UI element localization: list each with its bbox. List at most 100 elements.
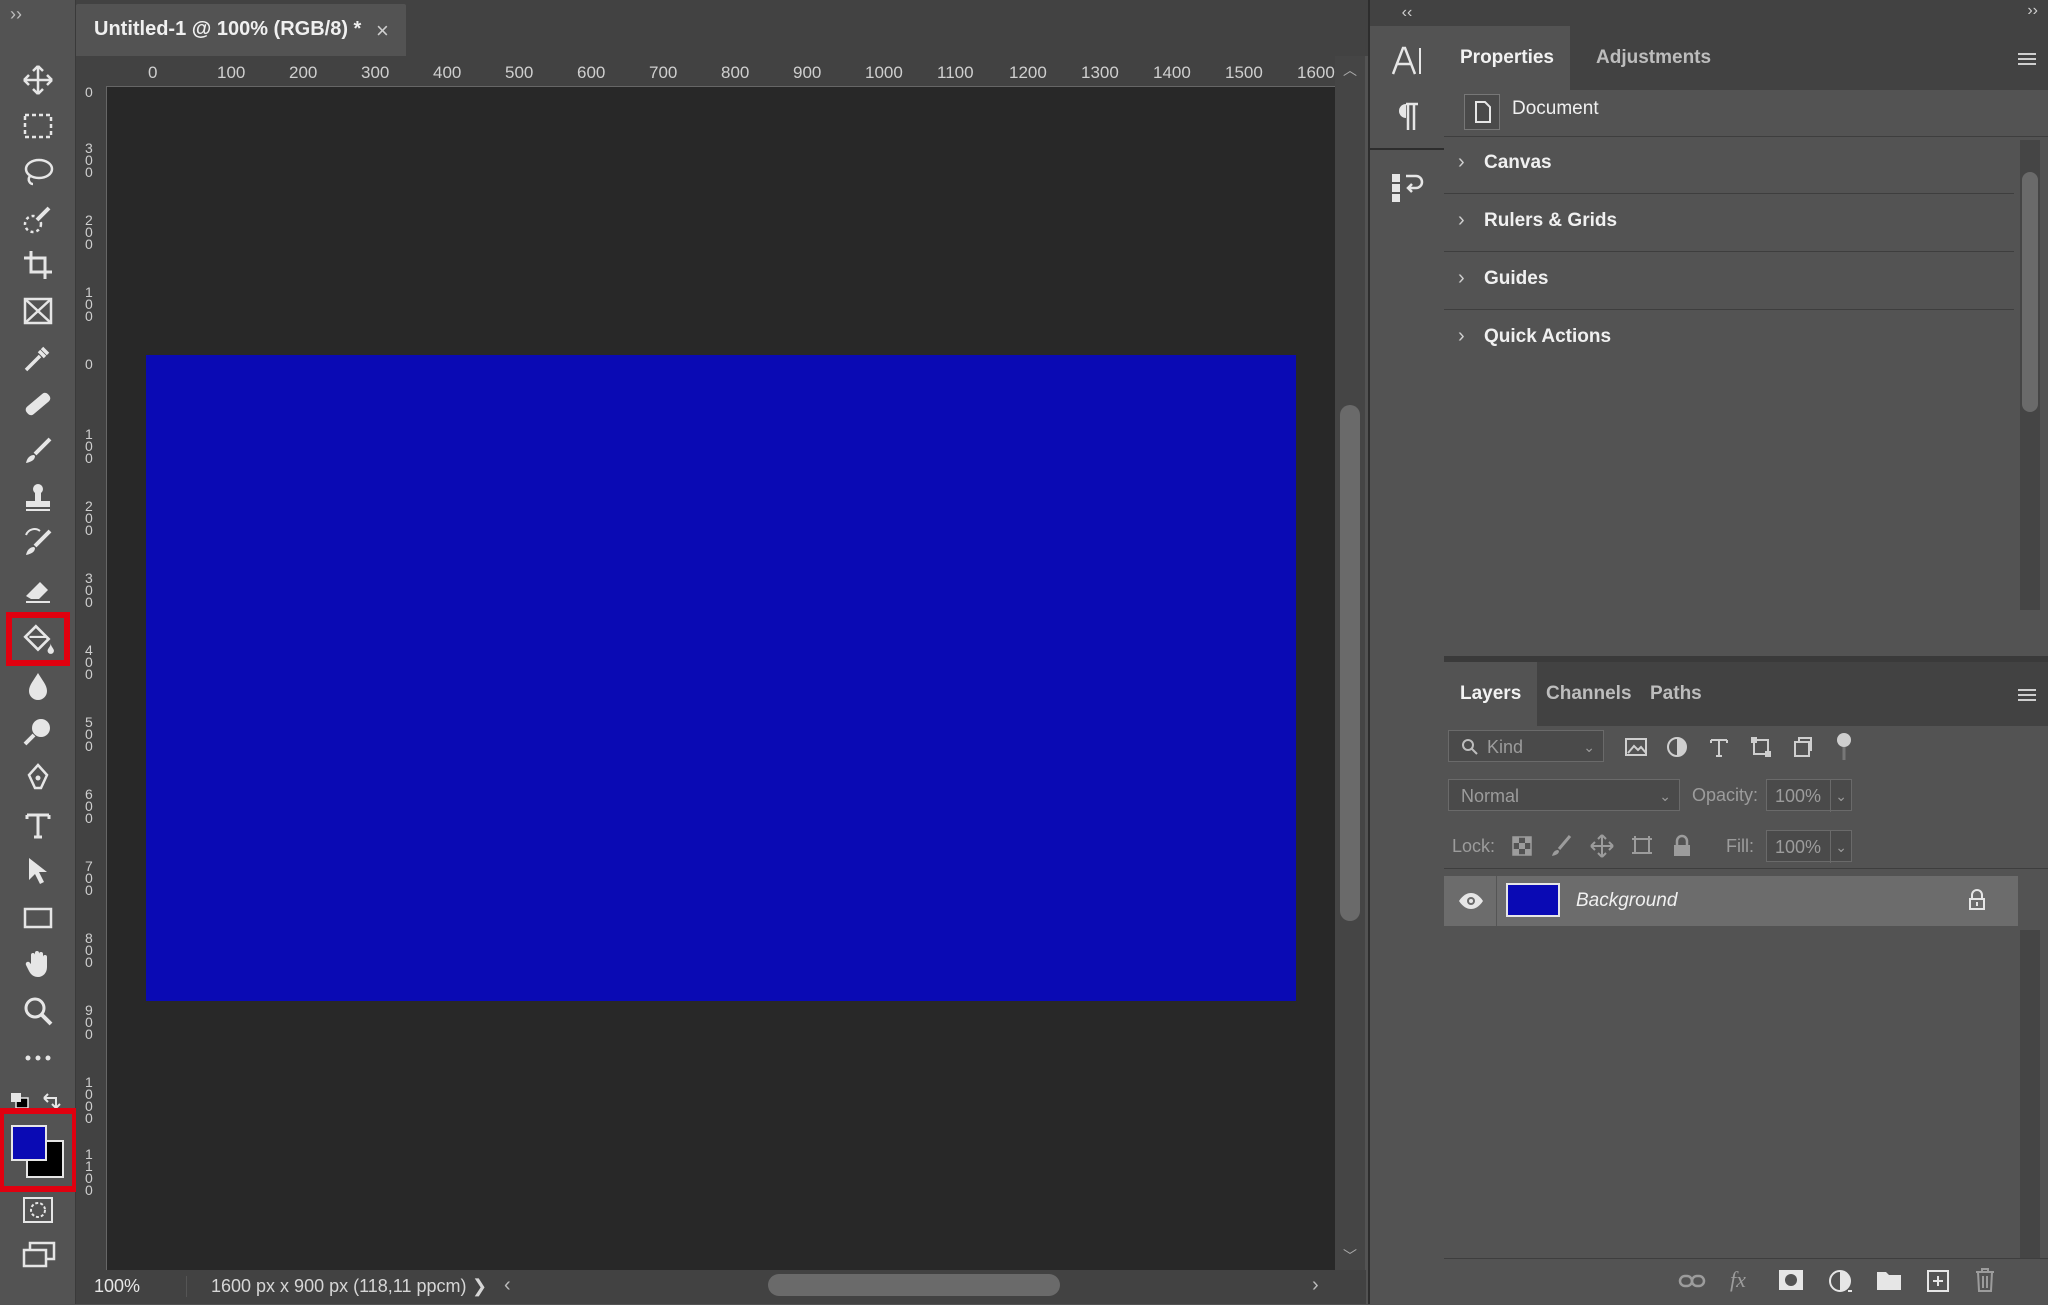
move-tool[interactable] bbox=[12, 58, 64, 100]
document-canvas[interactable] bbox=[146, 355, 1296, 1001]
crop-tool[interactable] bbox=[12, 243, 64, 285]
default-colors-icon[interactable] bbox=[10, 1092, 30, 1110]
section-quick-actions[interactable]: › Quick Actions bbox=[1444, 311, 2014, 367]
type-layer-filter-icon[interactable] bbox=[1708, 736, 1730, 758]
type-tool[interactable] bbox=[12, 803, 64, 845]
document-tab-title[interactable]: Untitled-1 @ 100% (RGB/8) * bbox=[94, 18, 361, 41]
filter-toggle-icon[interactable] bbox=[1836, 732, 1852, 762]
zoom-tool[interactable] bbox=[12, 989, 64, 1031]
edit-toolbar[interactable] bbox=[12, 1036, 64, 1078]
rectangular-marquee-tool[interactable] bbox=[12, 104, 64, 146]
eyedropper-tool[interactable] bbox=[12, 336, 64, 378]
blend-mode-select[interactable]: Normal ⌄ bbox=[1448, 779, 1680, 811]
adjustment-layer-filter-icon[interactable] bbox=[1666, 736, 1688, 758]
ruler-label: 1100 bbox=[937, 63, 974, 82]
character-panel-icon[interactable] bbox=[1390, 44, 1424, 78]
shape-layer-filter-icon[interactable] bbox=[1750, 736, 1772, 758]
paint-bucket-tool[interactable] bbox=[6, 612, 70, 666]
visibility-eye-icon[interactable] bbox=[1458, 892, 1484, 910]
vertical-scroll-thumb[interactable] bbox=[1340, 405, 1360, 921]
tab-layers[interactable]: Layers bbox=[1444, 662, 1538, 726]
lock-artboard-icon[interactable] bbox=[1630, 834, 1654, 858]
panel-menu-icon[interactable] bbox=[2018, 52, 2036, 66]
layer-row[interactable]: Background bbox=[1444, 876, 2018, 926]
history-brush-tool[interactable] bbox=[12, 521, 64, 563]
scroll-left-icon[interactable]: ‹ bbox=[504, 1274, 511, 1297]
layer-filter-value: Kind bbox=[1487, 737, 1524, 757]
lasso-tool[interactable] bbox=[12, 150, 64, 192]
toolbar-grip[interactable]: ›› bbox=[10, 4, 40, 24]
swap-colors-icon[interactable] bbox=[42, 1092, 62, 1110]
tab-channels[interactable]: Channels bbox=[1530, 662, 1648, 726]
brush-tool[interactable] bbox=[12, 429, 64, 471]
clone-stamp-tool[interactable] bbox=[12, 475, 64, 517]
layer-name[interactable]: Background bbox=[1576, 890, 1677, 912]
horizontal-ruler[interactable]: 0 100 200 300 400 500 600 700 800 900 10… bbox=[106, 56, 1350, 87]
rectangle-tool[interactable] bbox=[12, 896, 64, 938]
lock-transparent-pixels-icon[interactable] bbox=[1512, 836, 1532, 856]
fill-field[interactable]: 100% ⌄ bbox=[1766, 830, 1852, 863]
quick-selection-tool[interactable] bbox=[12, 197, 64, 239]
scroll-up-icon[interactable]: ︿ bbox=[1343, 60, 1357, 80]
smart-object-filter-icon[interactable] bbox=[1792, 736, 1814, 758]
pen-tool[interactable] bbox=[12, 756, 64, 798]
ruler-label: 400 bbox=[85, 642, 93, 682]
screen-mode-icon[interactable] bbox=[22, 1240, 56, 1268]
history-panel-icon[interactable] bbox=[1390, 170, 1424, 204]
hand-tool[interactable] bbox=[12, 942, 64, 984]
layer-lock-icon[interactable] bbox=[1968, 889, 1986, 911]
blur-tool[interactable] bbox=[12, 664, 64, 706]
section-guides[interactable]: › Guides bbox=[1444, 253, 2014, 310]
chevron-down-icon[interactable]: ⌄ bbox=[1830, 831, 1847, 863]
foreground-color-swatch[interactable] bbox=[11, 1125, 47, 1161]
new-fill-adjustment-layer-icon[interactable] bbox=[1828, 1269, 1854, 1295]
scroll-down-icon[interactable]: ﹀ bbox=[1343, 1246, 1357, 1266]
opacity-field[interactable]: 100% ⌄ bbox=[1766, 779, 1852, 812]
new-group-icon[interactable] bbox=[1876, 1269, 1902, 1291]
dock-divider bbox=[1370, 148, 1444, 150]
tab-paths[interactable]: Paths bbox=[1634, 662, 1718, 726]
healing-brush-tool[interactable] bbox=[12, 382, 64, 424]
tab-properties[interactable]: Properties bbox=[1444, 26, 1570, 90]
layer-thumbnail[interactable] bbox=[1506, 883, 1560, 917]
scroll-right-icon[interactable]: › bbox=[1312, 1274, 1319, 1297]
properties-scrollbar[interactable] bbox=[2020, 140, 2040, 610]
add-mask-icon[interactable] bbox=[1778, 1269, 1804, 1293]
dodge-tool[interactable] bbox=[12, 710, 64, 752]
ruler-origin[interactable] bbox=[76, 56, 106, 86]
status-menu-arrow[interactable]: ❯ bbox=[472, 1276, 487, 1297]
expand-panels-button[interactable]: ›› bbox=[2027, 2, 2038, 20]
layers-scrollbar[interactable] bbox=[2020, 930, 2040, 1260]
lock-all-icon[interactable] bbox=[1672, 834, 1692, 858]
document-icon bbox=[1464, 94, 1500, 130]
ruler-label: 200 bbox=[85, 498, 93, 538]
pixel-layer-filter-icon[interactable] bbox=[1624, 736, 1648, 758]
close-icon[interactable]: × bbox=[376, 18, 389, 44]
delete-layer-icon[interactable] bbox=[1974, 1267, 1996, 1293]
zoom-level[interactable]: 100% bbox=[94, 1276, 140, 1297]
lock-image-pixels-icon[interactable] bbox=[1550, 834, 1572, 858]
tab-adjustments[interactable]: Adjustments bbox=[1580, 26, 1727, 90]
vertical-ruler[interactable]: 0 300 200 100 0 100 200 300 400 500 600 … bbox=[76, 85, 107, 1270]
paragraph-panel-icon[interactable] bbox=[1392, 100, 1422, 132]
section-rulers-grids[interactable]: › Rulers & Grids bbox=[1444, 195, 2014, 252]
properties-scroll-thumb[interactable] bbox=[2022, 172, 2038, 412]
path-selection-tool[interactable] bbox=[12, 849, 64, 891]
chevron-down-icon: ⌄ bbox=[1659, 788, 1671, 804]
lock-position-icon[interactable] bbox=[1590, 834, 1614, 858]
collapse-panels-button[interactable]: ‹‹ bbox=[1370, 0, 1444, 26]
chevron-down-icon[interactable]: ⌄ bbox=[1830, 780, 1847, 812]
frame-tool[interactable] bbox=[12, 289, 64, 331]
eraser-tool[interactable] bbox=[12, 568, 64, 610]
horizontal-scroll-thumb[interactable] bbox=[768, 1274, 1060, 1296]
layer-style-icon[interactable]: fx bbox=[1730, 1267, 1746, 1293]
new-layer-icon[interactable] bbox=[1926, 1269, 1950, 1293]
section-canvas[interactable]: › Canvas bbox=[1444, 137, 2014, 194]
layer-filter-select[interactable]: Kind ⌄ bbox=[1448, 730, 1604, 762]
ruler-label: 600 bbox=[85, 786, 93, 826]
link-layers-icon[interactable] bbox=[1678, 1271, 1706, 1291]
document-tab[interactable]: Untitled-1 @ 100% (RGB/8) * × bbox=[76, 4, 406, 56]
panel-menu-icon[interactable] bbox=[2018, 688, 2036, 702]
ruler-label: 100 bbox=[85, 426, 93, 466]
quick-mask-icon[interactable] bbox=[22, 1196, 54, 1224]
